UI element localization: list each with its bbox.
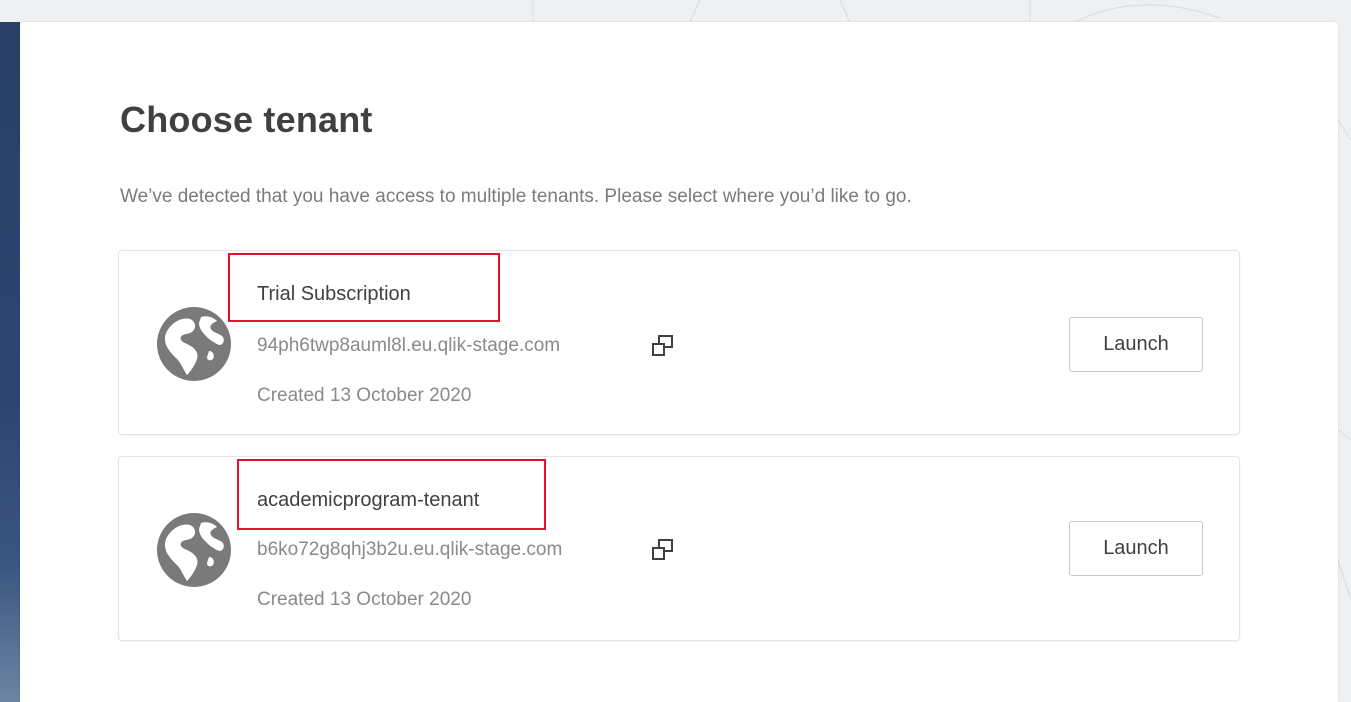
- launch-button[interactable]: Launch: [1069, 317, 1203, 372]
- tenant-url: 94ph6twp8auml8l.eu.qlik-stage.com: [257, 335, 561, 356]
- tenant-url: b6ko72g8qhj3b2u.eu.qlik-stage.com: [257, 539, 563, 560]
- globe-icon: [157, 513, 231, 587]
- side-navigation-strip: [0, 22, 20, 702]
- copy-icon[interactable]: [650, 537, 676, 563]
- tenant-created-date: Created 13 October 2020: [257, 385, 472, 406]
- tenant-name: academicprogram-tenant: [257, 489, 480, 511]
- page-title: Choose tenant: [120, 99, 373, 140]
- tenant-chooser-panel: Choose tenant We’ve detected that you ha…: [20, 22, 1338, 702]
- tenant-card[interactable]: Trial Subscription 94ph6twp8auml8l.eu.ql…: [118, 250, 1240, 435]
- tenant-name: Trial Subscription: [257, 283, 411, 305]
- copy-icon[interactable]: [650, 333, 676, 359]
- globe-icon: [157, 307, 231, 381]
- launch-button[interactable]: Launch: [1069, 521, 1203, 576]
- tenant-card[interactable]: academicprogram-tenant b6ko72g8qhj3b2u.e…: [118, 456, 1240, 641]
- page-subtitle: We’ve detected that you have access to m…: [120, 186, 912, 207]
- tenant-created-date: Created 13 October 2020: [257, 589, 472, 610]
